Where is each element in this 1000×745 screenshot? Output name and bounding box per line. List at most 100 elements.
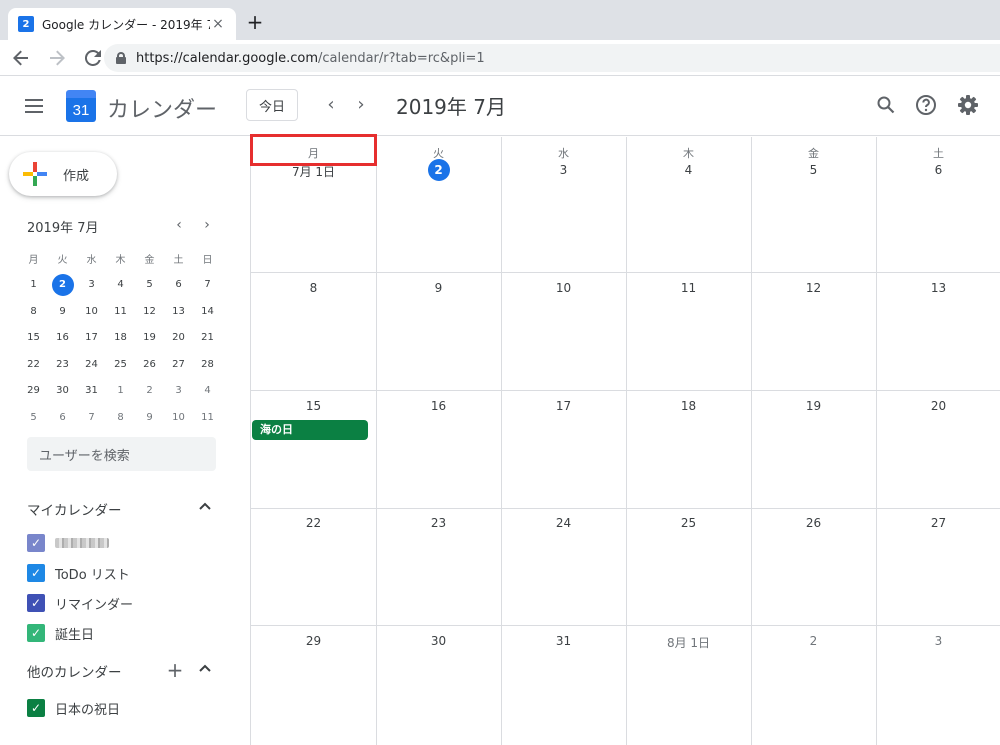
mini-day[interactable]: 3 bbox=[77, 272, 106, 299]
mini-next-month-button[interactable]: › bbox=[200, 217, 214, 233]
mini-day[interactable]: 9 bbox=[48, 298, 77, 325]
mini-day[interactable]: 15 bbox=[19, 325, 48, 352]
my-calendars-collapse-icon[interactable] bbox=[198, 499, 212, 514]
day-number[interactable]: 5 bbox=[751, 163, 876, 177]
help-icon[interactable] bbox=[914, 93, 938, 117]
mini-day-today[interactable]: 2 bbox=[48, 272, 77, 299]
mini-day[interactable]: 6 bbox=[48, 404, 77, 431]
mini-day[interactable]: 4 bbox=[106, 272, 135, 299]
mini-day[interactable]: 5 bbox=[19, 404, 48, 431]
day-number[interactable]: 26 bbox=[751, 516, 876, 530]
mini-day[interactable]: 3 bbox=[164, 378, 193, 405]
tab-close-icon[interactable]: × bbox=[210, 16, 226, 32]
calendar-item-birthdays[interactable]: ✓ 誕生日 bbox=[27, 623, 94, 643]
main-menu-icon[interactable] bbox=[22, 96, 46, 116]
day-number[interactable]: 6 bbox=[876, 163, 1000, 177]
holiday-event-chip[interactable]: 海の日 bbox=[252, 420, 368, 440]
mini-day[interactable]: 26 bbox=[135, 351, 164, 378]
mini-day[interactable]: 5 bbox=[135, 272, 164, 299]
mini-day[interactable]: 13 bbox=[164, 298, 193, 325]
search-icon[interactable] bbox=[874, 93, 898, 117]
mini-day[interactable]: 21 bbox=[193, 325, 222, 352]
create-button[interactable]: 作成 bbox=[9, 152, 117, 196]
my-calendars-title[interactable]: マイカレンダー bbox=[27, 499, 122, 519]
browser-tab[interactable]: 2 Google カレンダー - 2019年 7月 × bbox=[8, 8, 236, 40]
mini-day[interactable]: 25 bbox=[106, 351, 135, 378]
mini-day[interactable]: 14 bbox=[193, 298, 222, 325]
day-number[interactable]: 18 bbox=[626, 399, 751, 413]
mini-day[interactable]: 28 bbox=[193, 351, 222, 378]
mini-day[interactable]: 17 bbox=[77, 325, 106, 352]
day-number[interactable]: 2 bbox=[751, 634, 876, 648]
mini-day[interactable]: 27 bbox=[164, 351, 193, 378]
mini-day[interactable]: 30 bbox=[48, 378, 77, 405]
add-calendar-icon[interactable]: + bbox=[166, 660, 184, 680]
mini-day[interactable]: 8 bbox=[106, 404, 135, 431]
mini-day[interactable]: 31 bbox=[77, 378, 106, 405]
day-number[interactable]: 15 bbox=[251, 399, 376, 413]
mini-day[interactable]: 4 bbox=[193, 378, 222, 405]
mini-day[interactable]: 1 bbox=[106, 378, 135, 405]
mini-day[interactable]: 2 bbox=[135, 378, 164, 405]
mini-prev-month-button[interactable]: ‹ bbox=[172, 217, 186, 233]
day-number[interactable]: 8月 1日 bbox=[626, 634, 751, 651]
mini-day[interactable]: 8 bbox=[19, 298, 48, 325]
day-number[interactable]: 20 bbox=[876, 399, 1000, 413]
mini-day[interactable]: 1 bbox=[19, 272, 48, 299]
new-tab-button[interactable]: + bbox=[245, 12, 265, 32]
checkbox-checked-icon[interactable]: ✓ bbox=[27, 699, 45, 717]
other-calendars-collapse-icon[interactable] bbox=[198, 661, 212, 676]
mini-day[interactable]: 24 bbox=[77, 351, 106, 378]
day-number[interactable]: 12 bbox=[751, 281, 876, 295]
checkbox-checked-icon[interactable]: ✓ bbox=[27, 594, 45, 612]
mini-day[interactable]: 12 bbox=[135, 298, 164, 325]
mini-day[interactable]: 9 bbox=[135, 404, 164, 431]
next-month-button[interactable]: › bbox=[350, 93, 372, 115]
day-number[interactable]: 9 bbox=[376, 281, 501, 295]
forward-arrow-icon[interactable] bbox=[42, 43, 72, 73]
back-arrow-icon[interactable] bbox=[6, 43, 36, 73]
address-bar[interactable]: https://calendar.google.com/calendar/r?t… bbox=[104, 44, 1000, 72]
day-number[interactable]: 23 bbox=[376, 516, 501, 530]
gear-icon[interactable] bbox=[956, 93, 980, 117]
other-calendars-title[interactable]: 他のカレンダー bbox=[27, 661, 122, 681]
day-number[interactable]: 3 bbox=[876, 634, 1000, 648]
checkbox-checked-icon[interactable]: ✓ bbox=[27, 624, 45, 642]
day-number[interactable]: 3 bbox=[501, 163, 626, 177]
calendar-item-personal[interactable]: ✓ bbox=[27, 533, 109, 553]
day-number[interactable]: 27 bbox=[876, 516, 1000, 530]
mini-day[interactable]: 6 bbox=[164, 272, 193, 299]
day-number[interactable]: 25 bbox=[626, 516, 751, 530]
day-number[interactable]: 22 bbox=[251, 516, 376, 530]
day-number[interactable]: 10 bbox=[501, 281, 626, 295]
today-button[interactable]: 今日 bbox=[246, 89, 298, 121]
mini-day[interactable]: 23 bbox=[48, 351, 77, 378]
mini-day[interactable]: 19 bbox=[135, 325, 164, 352]
mini-day[interactable]: 10 bbox=[77, 298, 106, 325]
mini-day[interactable]: 10 bbox=[164, 404, 193, 431]
day-number-today[interactable]: 2 bbox=[376, 159, 501, 181]
day-number[interactable]: 4 bbox=[626, 163, 751, 177]
day-number[interactable]: 11 bbox=[626, 281, 751, 295]
calendar-item-reminders[interactable]: ✓ リマインダー bbox=[27, 593, 133, 613]
checkbox-checked-icon[interactable]: ✓ bbox=[27, 534, 45, 552]
calendar-item-todo[interactable]: ✓ ToDo リスト bbox=[27, 563, 130, 583]
day-number[interactable]: 13 bbox=[876, 281, 1000, 295]
mini-day[interactable]: 22 bbox=[19, 351, 48, 378]
day-number[interactable]: 17 bbox=[501, 399, 626, 413]
mini-day[interactable]: 20 bbox=[164, 325, 193, 352]
mini-day[interactable]: 7 bbox=[193, 272, 222, 299]
mini-day[interactable]: 29 bbox=[19, 378, 48, 405]
mini-day[interactable]: 11 bbox=[193, 404, 222, 431]
mini-day[interactable]: 18 bbox=[106, 325, 135, 352]
checkbox-checked-icon[interactable]: ✓ bbox=[27, 564, 45, 582]
search-people-input[interactable]: ユーザーを検索 bbox=[27, 437, 216, 471]
day-number[interactable]: 31 bbox=[501, 634, 626, 648]
day-number[interactable]: 24 bbox=[501, 516, 626, 530]
day-number[interactable]: 29 bbox=[251, 634, 376, 648]
day-number[interactable]: 30 bbox=[376, 634, 501, 648]
day-number[interactable]: 8 bbox=[251, 281, 376, 295]
calendar-item-japan-holidays[interactable]: ✓ 日本の祝日 bbox=[27, 698, 120, 718]
mini-day[interactable]: 16 bbox=[48, 325, 77, 352]
mini-day[interactable]: 7 bbox=[77, 404, 106, 431]
